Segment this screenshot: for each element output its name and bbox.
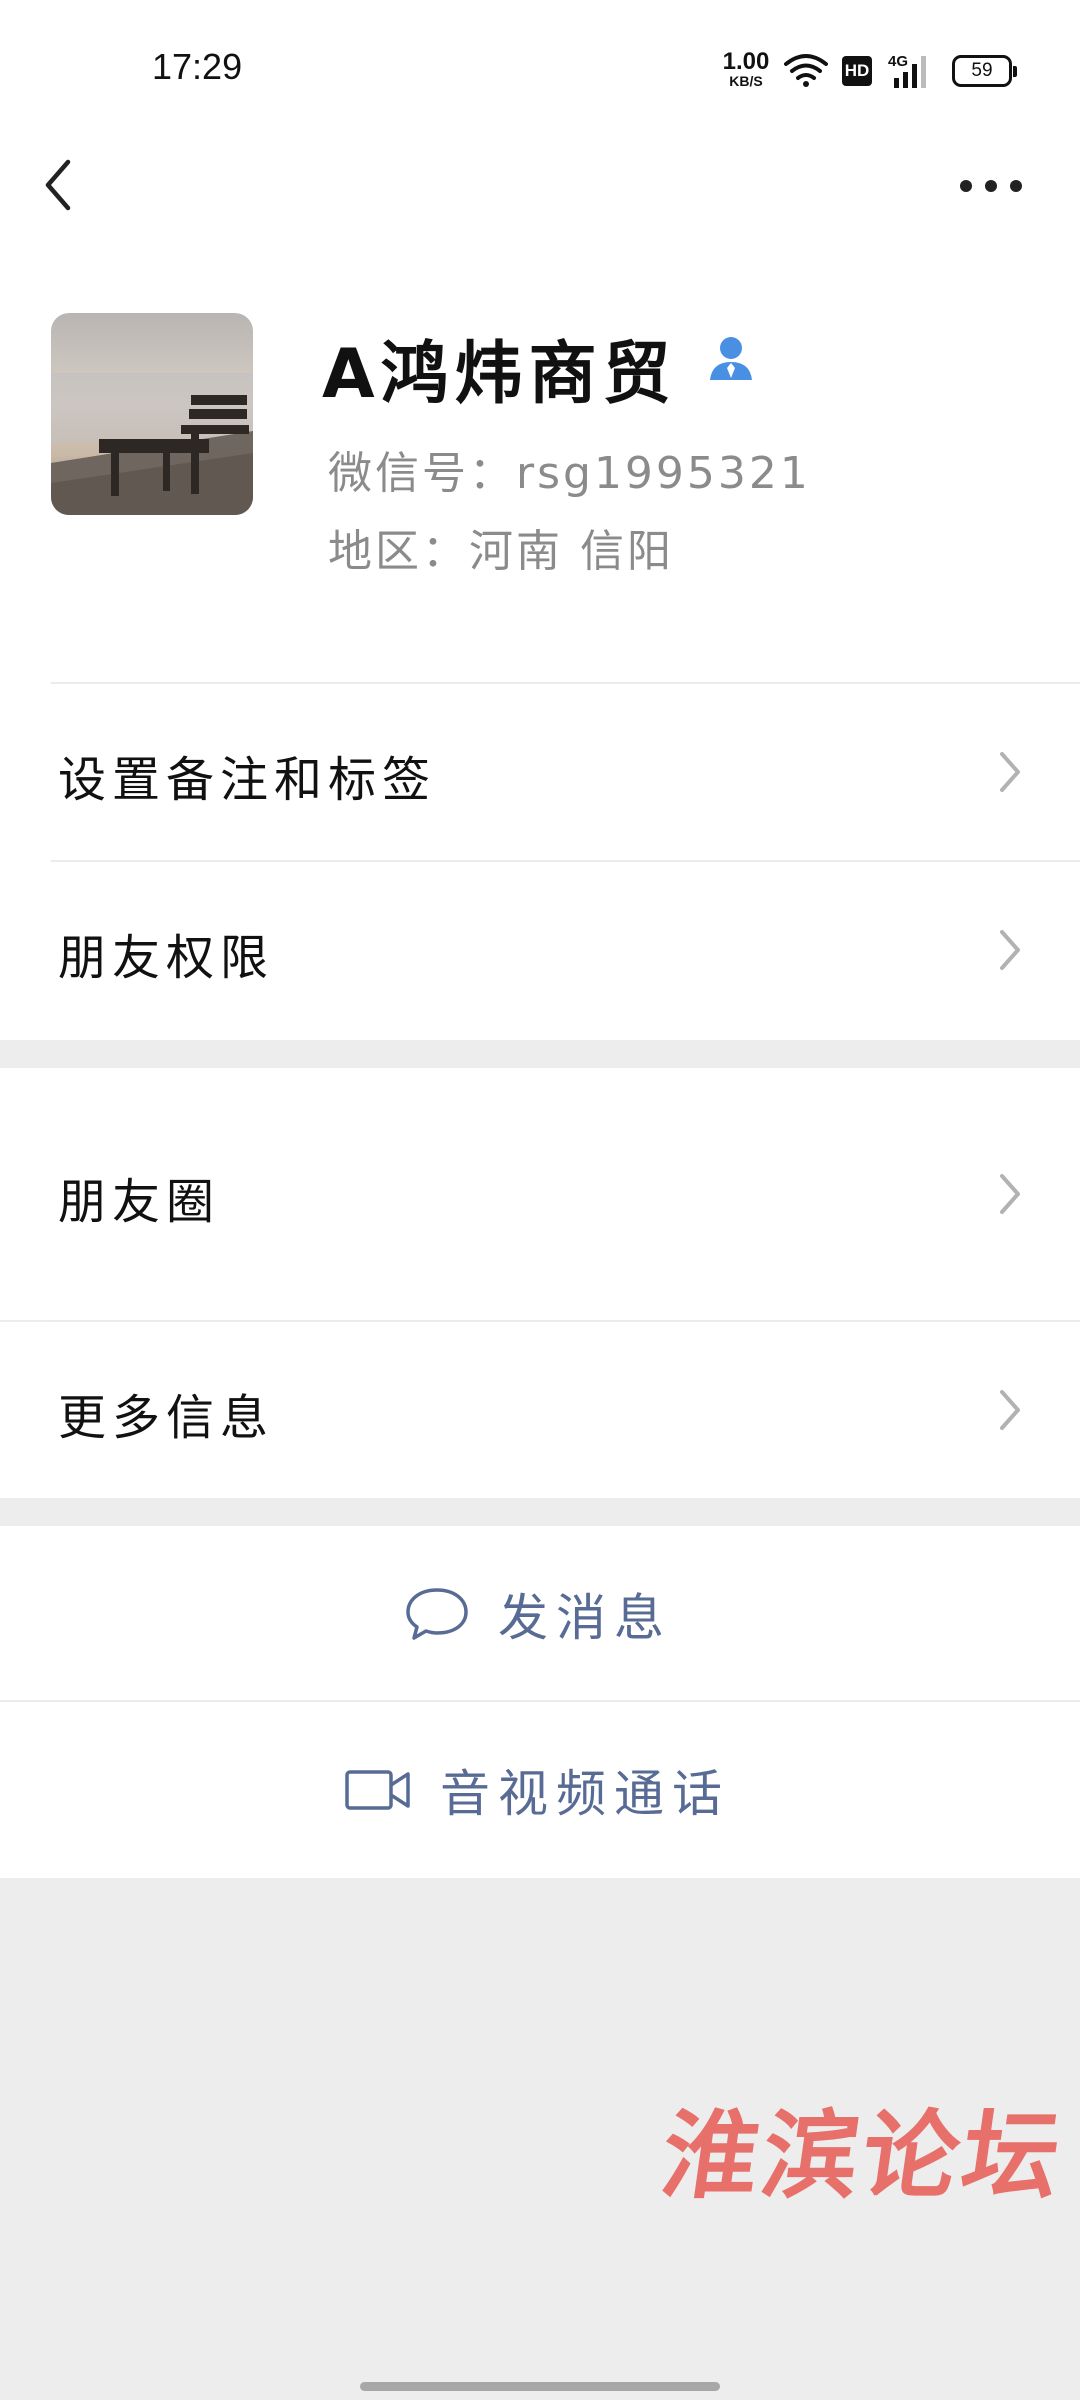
hd-icon: HD bbox=[842, 56, 872, 86]
status-bar: 17:29 1.00 KB/S HD 4G 59 bbox=[0, 0, 1080, 140]
chevron-right-icon bbox=[1000, 930, 1020, 970]
net-speed: 1.00 KB/S bbox=[718, 48, 774, 89]
status-time: 17:29 bbox=[152, 46, 243, 87]
chevron-right-icon bbox=[1000, 1390, 1020, 1430]
person-icon bbox=[710, 337, 752, 380]
menu-item-label: 更多信息 bbox=[58, 1390, 275, 1446]
network-type: 4G bbox=[888, 53, 908, 70]
profile-name: A鸿炜商贸 bbox=[322, 335, 677, 414]
video-call-label: 音视频通话 bbox=[440, 1765, 730, 1823]
avatar[interactable] bbox=[51, 313, 253, 515]
menu-item-label: 朋友圈 bbox=[58, 1174, 221, 1230]
send-message-button[interactable]: 发消息 bbox=[0, 1526, 1080, 1702]
wifi-icon bbox=[784, 54, 828, 87]
section-gap bbox=[0, 1040, 1080, 1068]
chat-bubble-icon bbox=[406, 1588, 468, 1640]
menu-item-moments[interactable]: 朋友圈 bbox=[0, 1068, 1080, 1320]
region: 地区：河南 信阳 bbox=[328, 526, 674, 577]
menu-item-friend-permissions[interactable]: 朋友权限 bbox=[0, 862, 1080, 1040]
wechat-id: 微信号：rsg1995321 bbox=[328, 448, 811, 499]
net-speed-unit: KB/S bbox=[729, 73, 763, 89]
menu-item-remark-tags[interactable]: 设置备注和标签 bbox=[0, 684, 1080, 860]
chevron-left-icon[interactable] bbox=[36, 150, 86, 220]
net-speed-value: 1.00 bbox=[722, 48, 770, 75]
section-gap bbox=[0, 1498, 1080, 1526]
more-dots-icon[interactable] bbox=[956, 168, 1026, 204]
signal-icon: 4G bbox=[888, 53, 926, 88]
video-camera-icon bbox=[345, 1770, 410, 1810]
chevron-right-icon bbox=[1000, 1174, 1020, 1214]
forum-watermark: 淮滨论坛 bbox=[654, 2099, 1071, 2212]
menu-item-label: 朋友权限 bbox=[58, 930, 275, 986]
home-indicator[interactable] bbox=[360, 2382, 720, 2391]
menu-item-label: 设置备注和标签 bbox=[58, 752, 437, 808]
menu-item-more-info[interactable]: 更多信息 bbox=[0, 1322, 1080, 1498]
video-call-button[interactable]: 音视频通话 bbox=[0, 1702, 1080, 1878]
send-message-label: 发消息 bbox=[498, 1589, 672, 1647]
battery-icon: 59 bbox=[952, 55, 1017, 87]
chevron-right-icon bbox=[1000, 752, 1020, 792]
